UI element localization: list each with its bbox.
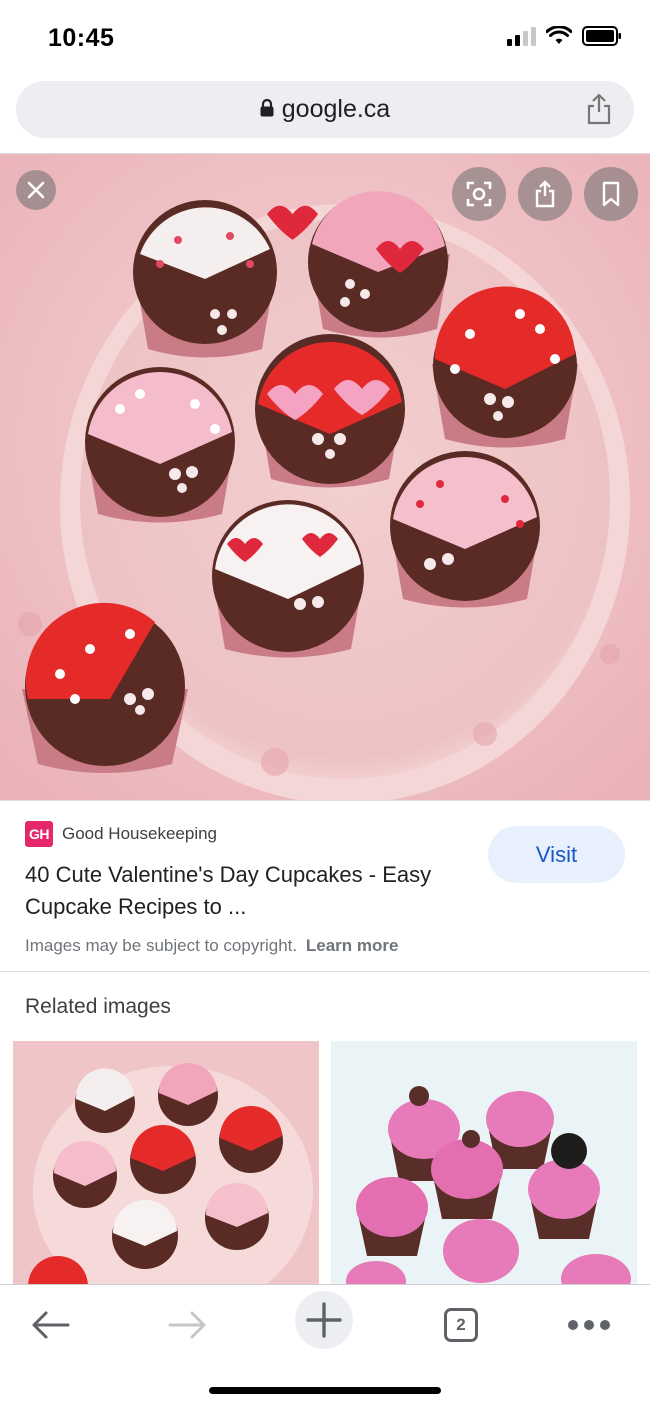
url-bar[interactable]: google.ca bbox=[16, 81, 634, 138]
cellular-signal-icon bbox=[507, 26, 536, 46]
share-icon bbox=[535, 180, 555, 208]
wifi-icon bbox=[546, 26, 572, 44]
preview-image[interactable] bbox=[0, 154, 650, 800]
tab-switcher-button[interactable]: 2 bbox=[429, 1293, 493, 1357]
source-logo: GH bbox=[25, 821, 53, 847]
copyright-notice: Images may be subject to copyright. Lear… bbox=[25, 936, 398, 956]
result-info: GH Good Housekeeping 40 Cute Valentine's… bbox=[0, 800, 650, 972]
image-share-button[interactable] bbox=[518, 167, 572, 221]
lock-icon bbox=[260, 98, 274, 117]
related-image-2[interactable] bbox=[331, 1041, 637, 1284]
back-button[interactable] bbox=[18, 1293, 82, 1357]
more-button[interactable] bbox=[557, 1293, 621, 1357]
result-title[interactable]: 40 Cute Valentine's Day Cupcakes - Easy … bbox=[25, 859, 465, 923]
url-display[interactable]: google.ca bbox=[16, 95, 634, 124]
source-name[interactable]: Good Housekeeping bbox=[62, 824, 217, 844]
home-indicator bbox=[209, 1387, 441, 1394]
copyright-text: Images may be subject to copyright. bbox=[25, 936, 298, 955]
forward-icon bbox=[168, 1311, 206, 1339]
share-icon bbox=[587, 93, 611, 125]
url-domain: google.ca bbox=[281, 95, 391, 123]
learn-more-link[interactable]: Learn more bbox=[306, 936, 399, 955]
status-icons bbox=[507, 26, 622, 46]
related-pink-frosted-cupcakes-photo bbox=[331, 1041, 637, 1284]
status-bar: 10:45 bbox=[0, 0, 650, 78]
lens-icon bbox=[466, 181, 492, 207]
source-row[interactable]: GH Good Housekeeping bbox=[25, 821, 217, 847]
related-image-1[interactable] bbox=[13, 1041, 319, 1284]
new-tab-icon bbox=[306, 1302, 342, 1338]
battery-icon bbox=[582, 26, 621, 46]
status-time: 10:45 bbox=[48, 24, 115, 52]
cupcakes-photo bbox=[0, 154, 650, 800]
visit-button[interactable]: Visit bbox=[488, 826, 625, 883]
section-divider bbox=[0, 971, 650, 972]
close-icon bbox=[27, 181, 45, 199]
back-icon bbox=[32, 1311, 70, 1339]
bottom-toolbar: 2 bbox=[0, 1284, 650, 1406]
more-icon bbox=[568, 1320, 610, 1330]
related-images-heading: Related images bbox=[25, 995, 171, 1018]
url-share-button[interactable] bbox=[586, 93, 612, 130]
bookmark-button[interactable] bbox=[584, 167, 638, 221]
lens-button[interactable] bbox=[452, 167, 506, 221]
bookmark-icon bbox=[602, 181, 620, 207]
close-button[interactable] bbox=[16, 170, 56, 210]
related-ladybug-cupcakes-photo bbox=[13, 1041, 319, 1284]
new-tab-button[interactable] bbox=[295, 1291, 353, 1349]
forward-button[interactable] bbox=[156, 1293, 220, 1357]
tab-count: 2 bbox=[444, 1308, 478, 1342]
